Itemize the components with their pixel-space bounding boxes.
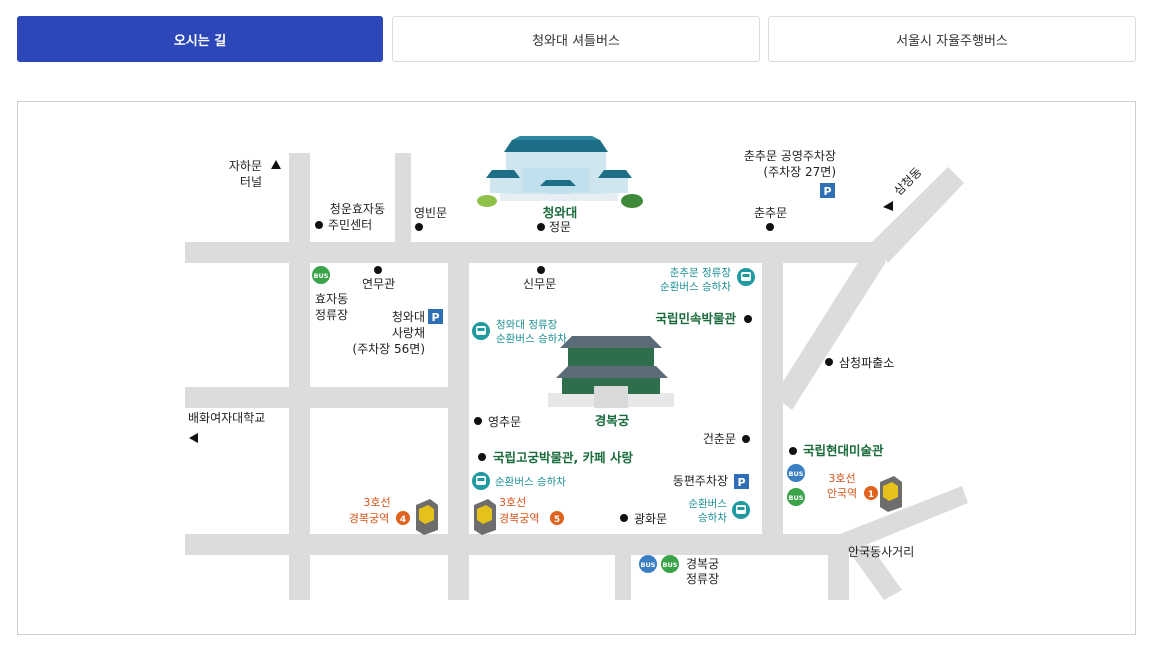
shuttle-bus-icon bbox=[472, 322, 490, 340]
label-gb-stop: 경복궁 bbox=[686, 557, 719, 571]
label-sarangchae-parking: (주차장 56면) bbox=[352, 342, 425, 356]
label-anguk-line: 3호선 bbox=[828, 472, 855, 485]
cheongwadae-building-icon bbox=[477, 136, 643, 208]
label-sinmumun: 신무문 bbox=[523, 277, 556, 291]
label-baehwa-university: 배화여자대학교 bbox=[188, 411, 265, 425]
subway-exit-icon bbox=[416, 499, 438, 535]
label-gyeongbokgung: 경복궁 bbox=[595, 413, 630, 428]
label-chunchumun: 춘추문 bbox=[754, 206, 787, 220]
shuttle-bus-icon bbox=[737, 268, 755, 286]
label-cheongwadae: 청와대 bbox=[543, 205, 578, 220]
label-chunchumun-parking-count: (주차장 27면) bbox=[763, 165, 836, 179]
parking-icon: P bbox=[734, 474, 749, 489]
road-yeongbinmun bbox=[395, 153, 411, 243]
label-cheongwadae-stop: 청와대 정류장 bbox=[496, 319, 558, 331]
label-yeongbinmun: 영빈문 bbox=[414, 206, 447, 220]
gyeongbokgung-building-icon bbox=[548, 336, 674, 408]
label-circular-bus-2: 순환버스 bbox=[688, 498, 727, 510]
subway-exit-icon bbox=[474, 499, 496, 535]
label-chunchumun-stop: 춘추문 정류장 bbox=[670, 267, 732, 279]
road-gb-stop bbox=[615, 534, 631, 600]
label-circular-bus-2-service: 승하차 bbox=[698, 511, 727, 524]
road-anguk-east bbox=[840, 486, 968, 553]
svg-text:BUS: BUS bbox=[641, 561, 656, 569]
arrow-left-icon bbox=[883, 201, 893, 211]
exit-number-badge: 5 bbox=[550, 511, 564, 525]
label-jeongmun: 정문 bbox=[549, 220, 571, 234]
label-yeonmugwan: 연무관 bbox=[362, 277, 395, 291]
label-cheongun: 청운효자동 bbox=[330, 202, 385, 216]
svg-text:BUS: BUS bbox=[789, 494, 804, 502]
parking-icon: P bbox=[428, 309, 443, 324]
bus-icon: BUS bbox=[787, 464, 805, 482]
label-folk-museum: 국립민속박물관 bbox=[655, 311, 736, 326]
exit-number-badge: 4 bbox=[396, 511, 410, 525]
label-gb-stop-2: 정류장 bbox=[686, 572, 719, 586]
label-cheongwadae-stop-service: 순환버스 승하차 bbox=[496, 332, 567, 345]
label-gb-station-4: 경복궁역 bbox=[349, 512, 389, 525]
arrow-left-icon bbox=[189, 433, 198, 443]
label-gb-line-5: 3호선 bbox=[499, 496, 526, 509]
bus-icon: BUS bbox=[787, 488, 805, 506]
label-sarangchae-2: 사랑채 bbox=[392, 326, 425, 340]
shuttle-bus-icon bbox=[472, 472, 490, 490]
svg-text:5: 5 bbox=[554, 515, 560, 525]
label-anguk-station: 안국역 bbox=[827, 487, 857, 500]
label-gb-station-5: 경복궁역 bbox=[499, 512, 539, 525]
svg-text:BUS: BUS bbox=[789, 470, 804, 478]
exit-number-badge: 1 bbox=[864, 486, 878, 500]
bus-icon: BUS bbox=[312, 266, 330, 284]
bus-icon: BUS bbox=[661, 555, 679, 573]
label-gwanghwamun: 광화문 bbox=[634, 512, 667, 526]
label-jahamun: 자하문 bbox=[229, 159, 262, 173]
subway-exit-icon bbox=[880, 476, 902, 512]
road-samcheong-diagonal bbox=[872, 167, 964, 263]
label-samcheongdong: 삼청동 bbox=[891, 165, 924, 198]
road-police-diagonal bbox=[774, 250, 886, 410]
label-chunchumun-stop-service: 순환버스 승하차 bbox=[660, 280, 731, 293]
road-west-horizontal bbox=[185, 387, 450, 408]
label-palace-museum: 국립고궁박물관, 카페 사랑 bbox=[493, 450, 633, 465]
svg-text:P: P bbox=[431, 311, 439, 324]
road-center-west bbox=[448, 242, 469, 600]
svg-text:P: P bbox=[737, 476, 745, 489]
parking-icon: P bbox=[820, 183, 835, 198]
label-anguk-intersection: 안국동사거리 bbox=[848, 545, 914, 559]
arrow-up-icon bbox=[271, 160, 281, 169]
label-circular-bus: 순환버스 승하차 bbox=[495, 475, 566, 488]
label-chunchumun-parking: 춘추문 공영주차장 bbox=[744, 149, 836, 163]
label-east-parking: 동편주차장 bbox=[673, 474, 728, 488]
label-geonchunmun: 건춘문 bbox=[703, 432, 736, 446]
svg-text:P: P bbox=[823, 185, 831, 198]
shuttle-bus-icon bbox=[732, 501, 750, 519]
svg-text:BUS: BUS bbox=[663, 561, 678, 569]
svg-text:1: 1 bbox=[868, 490, 874, 500]
map: P P P BUS BUS BUS BUS BUS 4 5 1 자하문 터널 청… bbox=[185, 136, 968, 600]
svg-text:4: 4 bbox=[400, 515, 406, 525]
label-sarangchae-1: 청와대 bbox=[392, 310, 425, 324]
label-mmca: 국립현대미술관 bbox=[803, 443, 884, 458]
label-yeongchumun: 영추문 bbox=[488, 415, 521, 429]
label-jahamun-tunnel: 터널 bbox=[240, 175, 262, 189]
label-hyoja-stop: 정류장 bbox=[315, 308, 348, 322]
road-west-vertical bbox=[289, 153, 310, 600]
label-samcheong-police: 삼청파출소 bbox=[839, 356, 894, 370]
label-community-center: 주민센터 bbox=[328, 218, 372, 232]
bus-icon: BUS bbox=[639, 555, 657, 573]
label-hyoja: 효자동 bbox=[315, 292, 348, 306]
svg-text:BUS: BUS bbox=[314, 272, 329, 280]
road-south-horizontal bbox=[185, 534, 845, 555]
label-gb-line-4: 3호선 bbox=[363, 496, 390, 509]
